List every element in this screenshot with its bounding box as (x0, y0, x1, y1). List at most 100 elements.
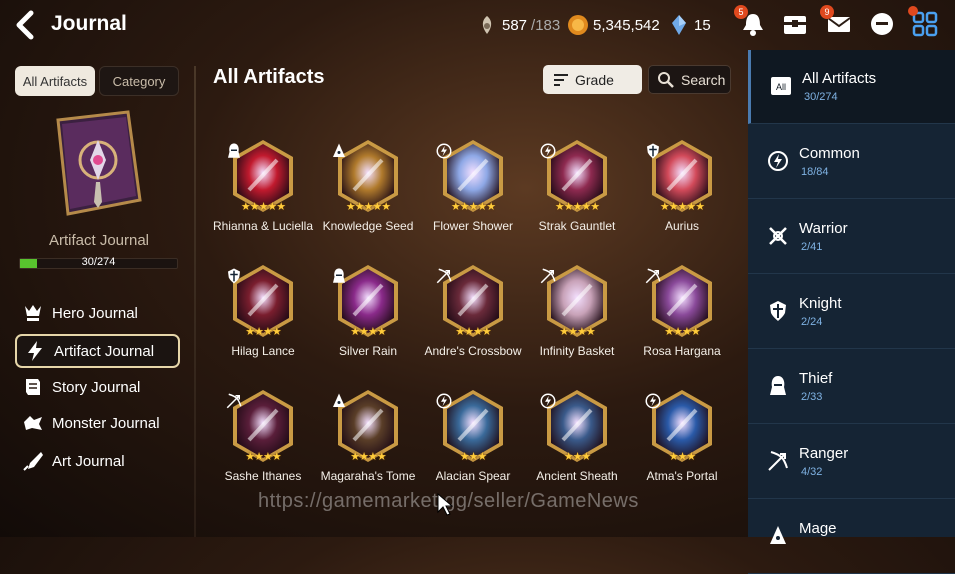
artifact-name: Strak Gauntlet (538, 219, 616, 233)
journal-progress-bar: 30/274 (19, 256, 178, 269)
mail-button[interactable]: 9 (820, 5, 854, 39)
chat-button[interactable] (867, 9, 897, 39)
category-thief[interactable]: Thief 2/33 (748, 350, 955, 424)
common-icon (768, 151, 788, 171)
crystal-amount: 15 (694, 16, 711, 34)
ranger-class-icon (540, 268, 556, 284)
menu-art-journal[interactable]: Art Journal (15, 444, 180, 478)
artifact-card[interactable]: ★★★★ Hilag Lance (213, 263, 313, 391)
menu-hero-journal[interactable]: Hero Journal (15, 296, 180, 330)
artifact-name: Silver Rain (338, 344, 398, 358)
menu-story-journal[interactable]: Story Journal (15, 370, 180, 404)
artifact-journal-book-image (56, 110, 142, 216)
ranger-icon (768, 451, 788, 471)
sort-icon (554, 73, 568, 86)
tab-all-artifacts[interactable]: All Artifacts (15, 66, 95, 96)
tab-category[interactable]: Category (99, 66, 179, 96)
artifact-card[interactable]: ★★★★★ Aurius (632, 138, 732, 266)
menu-label: Monster Journal (52, 414, 160, 432)
category-count: 18/84 (801, 166, 829, 178)
stamina-counter: 587/183 (476, 12, 560, 38)
category-warrior[interactable]: Warrior 2/41 (748, 200, 955, 274)
category-label: Mage (799, 520, 837, 537)
mail-badge: 9 (820, 5, 834, 19)
category-ranger[interactable]: Ranger 4/32 (748, 425, 955, 499)
category-all-artifacts[interactable]: All All Artifacts 30/274 (748, 50, 955, 124)
star-rating: ★★★ (563, 451, 592, 463)
chat-icon (871, 13, 893, 35)
svg-text:All: All (776, 82, 786, 92)
gold-counter: 5,345,542 (567, 12, 660, 38)
category-panel: All All Artifacts 30/274 Common 18/84 Warrior… (748, 50, 955, 574)
inventory-button[interactable] (780, 9, 810, 39)
notification-button[interactable]: 5 (734, 5, 768, 39)
back-arrow-icon[interactable] (14, 10, 40, 40)
category-count: 30/274 (804, 91, 838, 103)
artifact-name: Ancient Sheath (536, 469, 618, 483)
stamina-icon (482, 16, 492, 34)
common-class-icon (540, 393, 556, 409)
category-knight[interactable]: Knight 2/24 (748, 275, 955, 349)
crystal-icon (672, 15, 686, 35)
all-icon: All (771, 77, 791, 95)
star-rating: ★★★★ (455, 326, 491, 338)
artifact-name: Andre's Crossbow (424, 344, 522, 358)
menu-alert-dot (908, 6, 918, 16)
category-label: All Artifacts (802, 70, 877, 87)
artifact-card[interactable]: ★★★★★ Rhianna & Luciella (213, 138, 313, 266)
warrior-icon (769, 227, 787, 245)
artifact-card[interactable]: ★★★★★ Knowledge Seed (318, 138, 418, 266)
ranger-class-icon (436, 268, 452, 284)
menu-artifact-journal[interactable]: Artifact Journal (15, 334, 180, 368)
artifact-card[interactable]: ★★★★ Rosa Hargana (632, 263, 732, 391)
artifact-card[interactable]: ★★★★★ Strak Gauntlet (527, 138, 627, 266)
menu-label: Art Journal (52, 452, 125, 470)
artifact-name: Magaraha's Tome (320, 469, 416, 483)
search-button[interactable]: Search (648, 65, 731, 94)
art-icon (23, 452, 43, 471)
star-rating: ★★★★ (245, 451, 281, 463)
artifact-name: Alacian Spear (435, 469, 511, 483)
knight-icon (770, 301, 786, 321)
category-mage[interactable]: Mage (748, 500, 955, 574)
lightning-icon (28, 341, 42, 361)
monster-icon (24, 416, 42, 430)
artifact-card[interactable]: ★★★★ Infinity Basket (527, 263, 627, 391)
main-title: All Artifacts (213, 66, 325, 88)
gold-coin-icon (568, 15, 588, 35)
artifact-card[interactable]: ★★★★ Silver Rain (318, 263, 418, 391)
grade-sort-button[interactable]: Grade (543, 65, 642, 94)
star-rating: ★★★★ (350, 451, 386, 463)
artifact-grid: ★★★★★ Rhianna & Luciella ★★★★★ Knowledge Se… (213, 138, 733, 537)
chest-icon (784, 16, 806, 34)
category-label: Knight (799, 295, 842, 312)
star-rating: ★★★★★ (659, 201, 705, 213)
stamina-max: /183 (531, 16, 561, 34)
search-icon (658, 71, 674, 88)
hero-icon (25, 305, 41, 321)
artifact-name: Sashe Ithanes (224, 469, 302, 483)
stamina-current: 587 (502, 16, 528, 34)
menu-label: Artifact Journal (54, 342, 155, 360)
category-count: 2/41 (801, 241, 823, 253)
category-label: Common (799, 145, 860, 162)
artifact-card[interactable]: ★★★★ Andre's Crossbow (423, 263, 523, 391)
star-rating: ★★★★ (245, 326, 281, 338)
artifact-name: Infinity Basket (539, 344, 615, 358)
artifact-card[interactable]: ★★★★★ Flower Shower (423, 138, 523, 266)
menu-monster-journal[interactable]: Monster Journal (15, 406, 180, 440)
knight-class-icon (228, 268, 240, 284)
notification-badge: 5 (734, 5, 748, 19)
menu-grid-button[interactable] (908, 6, 940, 39)
common-class-icon (645, 393, 661, 409)
common-class-icon (436, 143, 452, 159)
page-title: Journal (51, 12, 127, 35)
star-rating: ★★★ (459, 451, 488, 463)
artifact-card[interactable]: ★★★ Atma's Portal (632, 388, 732, 516)
category-common[interactable]: Common 18/84 (748, 125, 955, 199)
menu-label: Hero Journal (52, 304, 138, 322)
category-count: 2/33 (801, 391, 823, 403)
search-label: Search (681, 71, 726, 88)
artifact-name: Rosa Hargana (643, 344, 721, 358)
artifact-name: Atma's Portal (646, 469, 718, 483)
